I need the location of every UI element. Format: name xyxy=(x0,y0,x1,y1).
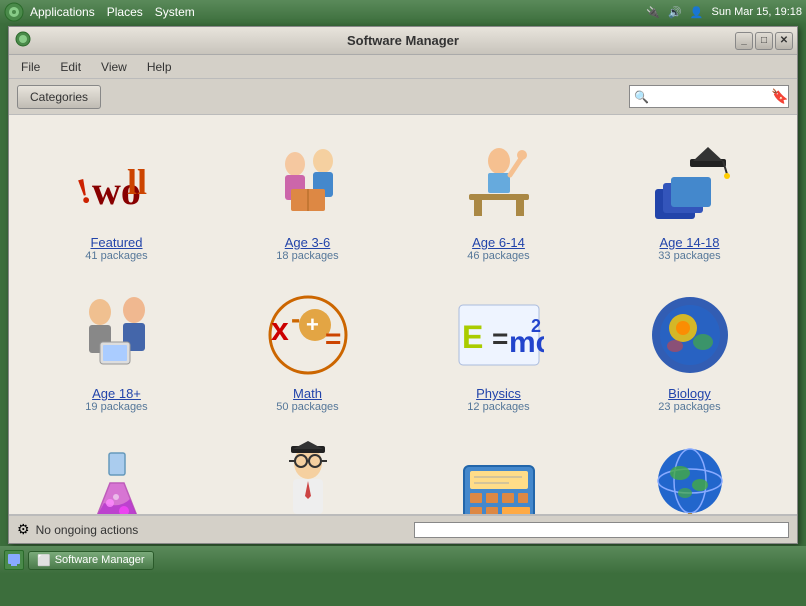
status-bar: ⚙ No ongoing actions xyxy=(9,515,797,543)
edit-menu[interactable]: Edit xyxy=(52,58,89,76)
taskbar-app-label: Software Manager xyxy=(55,554,145,566)
top-menu[interactable]: Applications Places System xyxy=(30,5,195,19)
category-teacher[interactable]: Teacher 8 packages xyxy=(216,433,399,515)
featured-name: Featured xyxy=(90,235,142,250)
datetime: Sun Mar 15, 19:18 xyxy=(711,6,802,18)
age614-count: 46 packages xyxy=(467,250,529,262)
applications-menu[interactable]: Applications xyxy=(30,5,95,19)
featured-icon: ! wo ll xyxy=(72,139,162,229)
search-container: 🔍 🔖 xyxy=(629,85,789,108)
age18plus-icon xyxy=(72,290,162,380)
toolbar: Categories 🔍 🔖 xyxy=(9,79,797,115)
user-icon: 👤 xyxy=(690,6,704,19)
category-grid: ! wo ll Featured 41 packages xyxy=(25,131,781,515)
view-menu[interactable]: View xyxy=(93,58,135,76)
math-icon: x - + = xyxy=(263,290,353,380)
svg-text:-: - xyxy=(291,303,300,334)
biology-count: 23 packages xyxy=(658,401,720,413)
chemistry-icon xyxy=(72,441,162,515)
svg-text:+: + xyxy=(306,312,319,337)
category-age1418[interactable]: Age 14-18 33 packages xyxy=(598,131,781,270)
close-button[interactable]: ✕ xyxy=(775,32,793,50)
minimize-button[interactable]: _ xyxy=(735,32,753,50)
menu-bar: File Edit View Help xyxy=(9,55,797,79)
network-icon: 🔌 xyxy=(646,6,660,19)
age1418-name: Age 14-18 xyxy=(660,235,720,250)
file-menu[interactable]: File xyxy=(13,58,48,76)
category-age36[interactable]: Age 3-6 18 packages xyxy=(216,131,399,270)
age1418-icon xyxy=(645,139,735,229)
window-title: Software Manager xyxy=(347,33,459,48)
geography-icon xyxy=(645,441,735,515)
window-controls[interactable]: _ □ ✕ xyxy=(735,32,793,50)
status-icon: ⚙ xyxy=(17,521,30,538)
age36-name: Age 3-6 xyxy=(285,235,331,250)
category-electronics[interactable]: Electronics 14 packages xyxy=(407,433,590,515)
age18plus-count: 19 packages xyxy=(85,401,147,413)
svg-text:x: x xyxy=(271,311,289,347)
teacher-icon xyxy=(263,441,353,515)
category-age614[interactable]: Age 6-14 46 packages xyxy=(407,131,590,270)
physics-count: 12 packages xyxy=(467,401,529,413)
system-menu[interactable]: System xyxy=(155,5,195,19)
search-input[interactable] xyxy=(651,90,771,104)
category-age18plus[interactable]: Age 18+ 19 packages xyxy=(25,282,208,421)
taskbar-top: Applications Places System 🔌 🔊 👤 Sun Mar… xyxy=(0,0,806,24)
category-geography[interactable]: Geography 20 packages xyxy=(598,433,781,515)
svg-text:=: = xyxy=(492,323,508,354)
category-chemistry[interactable]: Chemistry 17 packages xyxy=(25,433,208,515)
biology-icon xyxy=(645,290,735,380)
status-text: No ongoing actions xyxy=(36,523,409,537)
taskbar-bottom: ⬜ Software Manager xyxy=(0,546,806,574)
category-physics[interactable]: E = mc 2 Physics 12 packages xyxy=(407,282,590,421)
maximize-button[interactable]: □ xyxy=(755,32,773,50)
desktop-icon[interactable] xyxy=(4,550,24,570)
content-area: ! wo ll Featured 41 packages xyxy=(9,115,797,515)
svg-text:E: E xyxy=(462,319,483,355)
math-count: 50 packages xyxy=(276,401,338,413)
search-clear-button[interactable]: 🔖 xyxy=(771,88,788,105)
software-manager-window: Software Manager _ □ ✕ File Edit View He… xyxy=(8,26,798,544)
taskbar-app-software-manager[interactable]: ⬜ Software Manager xyxy=(28,551,154,570)
taskbar-right: 🔌 🔊 👤 Sun Mar 15, 19:18 xyxy=(646,6,802,19)
window-icon xyxy=(15,31,31,50)
category-featured[interactable]: ! wo ll Featured 41 packages xyxy=(25,131,208,270)
age614-icon xyxy=(454,139,544,229)
age1418-count: 33 packages xyxy=(658,250,720,262)
age18plus-name: Age 18+ xyxy=(92,386,141,401)
biology-name: Biology xyxy=(668,386,711,401)
physics-name: Physics xyxy=(476,386,521,401)
status-progress-bar xyxy=(414,522,789,538)
taskbar-app-icon: ⬜ xyxy=(37,554,51,567)
svg-text:=: = xyxy=(325,323,341,354)
categories-button[interactable]: Categories xyxy=(17,85,101,109)
category-biology[interactable]: Biology 23 packages xyxy=(598,282,781,421)
help-menu[interactable]: Help xyxy=(139,58,180,76)
age36-icon xyxy=(263,139,353,229)
window-titlebar: Software Manager _ □ ✕ xyxy=(9,27,797,55)
electronics-icon xyxy=(454,441,544,515)
search-icon: 🔍 xyxy=(634,90,649,104)
age614-name: Age 6-14 xyxy=(472,235,525,250)
math-name: Math xyxy=(293,386,322,401)
volume-icon[interactable]: 🔊 xyxy=(668,6,682,19)
svg-text:2: 2 xyxy=(531,316,541,336)
age36-count: 18 packages xyxy=(276,250,338,262)
svg-text:ll: ll xyxy=(127,162,147,202)
app-logo xyxy=(4,2,24,22)
physics-icon: E = mc 2 xyxy=(454,290,544,380)
featured-count: 41 packages xyxy=(85,250,147,262)
places-menu[interactable]: Places xyxy=(107,5,143,19)
category-math[interactable]: x - + = Math 50 packages xyxy=(216,282,399,421)
